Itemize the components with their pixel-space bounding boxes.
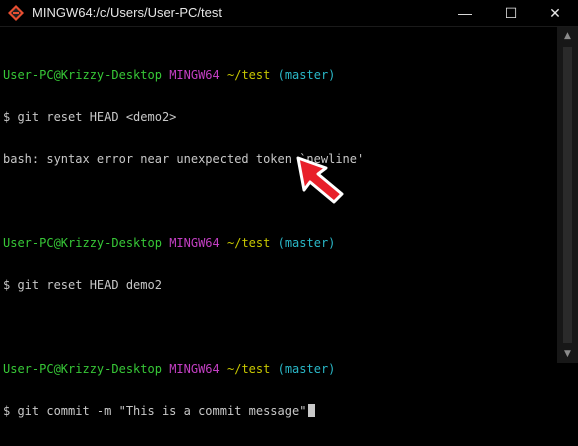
prompt-path: ~/test [227,362,271,376]
command-line: $ git reset HEAD demo2 [3,278,162,292]
red-pointer-arrow-icon [296,156,344,204]
text-cursor [308,404,316,417]
prompt-branch: (master) [277,236,336,250]
prompt-branch: (master) [277,362,336,376]
prompt-host: MINGW64 [169,236,220,250]
prompt-line: User-PC@Krizzy-Desktop MINGW64 ~/test (m… [3,236,555,250]
scroll-up-icon[interactable]: ▲ [557,27,578,45]
vertical-scrollbar[interactable]: ▲ ▼ [557,27,578,363]
prompt-host: MINGW64 [169,362,220,376]
prompt-path: ~/test [227,68,271,82]
prompt-user: User-PC@Krizzy-Desktop [3,68,162,82]
current-command-text: $ git commit -m "This is a commit messag… [3,404,307,418]
command-line: $ git reset HEAD <demo2> [3,110,177,124]
prompt-path: ~/test [227,236,271,250]
minimize-button[interactable]: — [442,0,488,26]
prompt-line: User-PC@Krizzy-Desktop MINGW64 ~/test (m… [3,362,555,376]
scroll-down-icon[interactable]: ▼ [557,345,578,363]
prompt-user: User-PC@Krizzy-Desktop [3,362,162,376]
prompt-branch: (master) [277,68,336,82]
close-button[interactable]: ✕ [532,0,578,26]
terminal-output[interactable]: User-PC@Krizzy-Desktop MINGW64 ~/test (m… [3,40,555,418]
terminal-window: MINGW64:/c/Users/User-PC/test — ☐ ✕ User… [0,0,578,418]
prompt-line: User-PC@Krizzy-Desktop MINGW64 ~/test (m… [3,68,555,82]
maximize-button[interactable]: ☐ [488,0,534,26]
scroll-thumb[interactable] [563,47,572,343]
prompt-user: User-PC@Krizzy-Desktop [3,236,162,250]
prompt-host: MINGW64 [169,68,220,82]
current-command-line[interactable]: $ git commit -m "This is a commit messag… [3,404,555,418]
git-bash-icon [8,5,24,21]
title-bar[interactable]: MINGW64:/c/Users/User-PC/test — ☐ ✕ [0,0,578,27]
error-output: bash: syntax error near unexpected token… [3,152,365,166]
window-title: MINGW64:/c/Users/User-PC/test [32,5,222,20]
